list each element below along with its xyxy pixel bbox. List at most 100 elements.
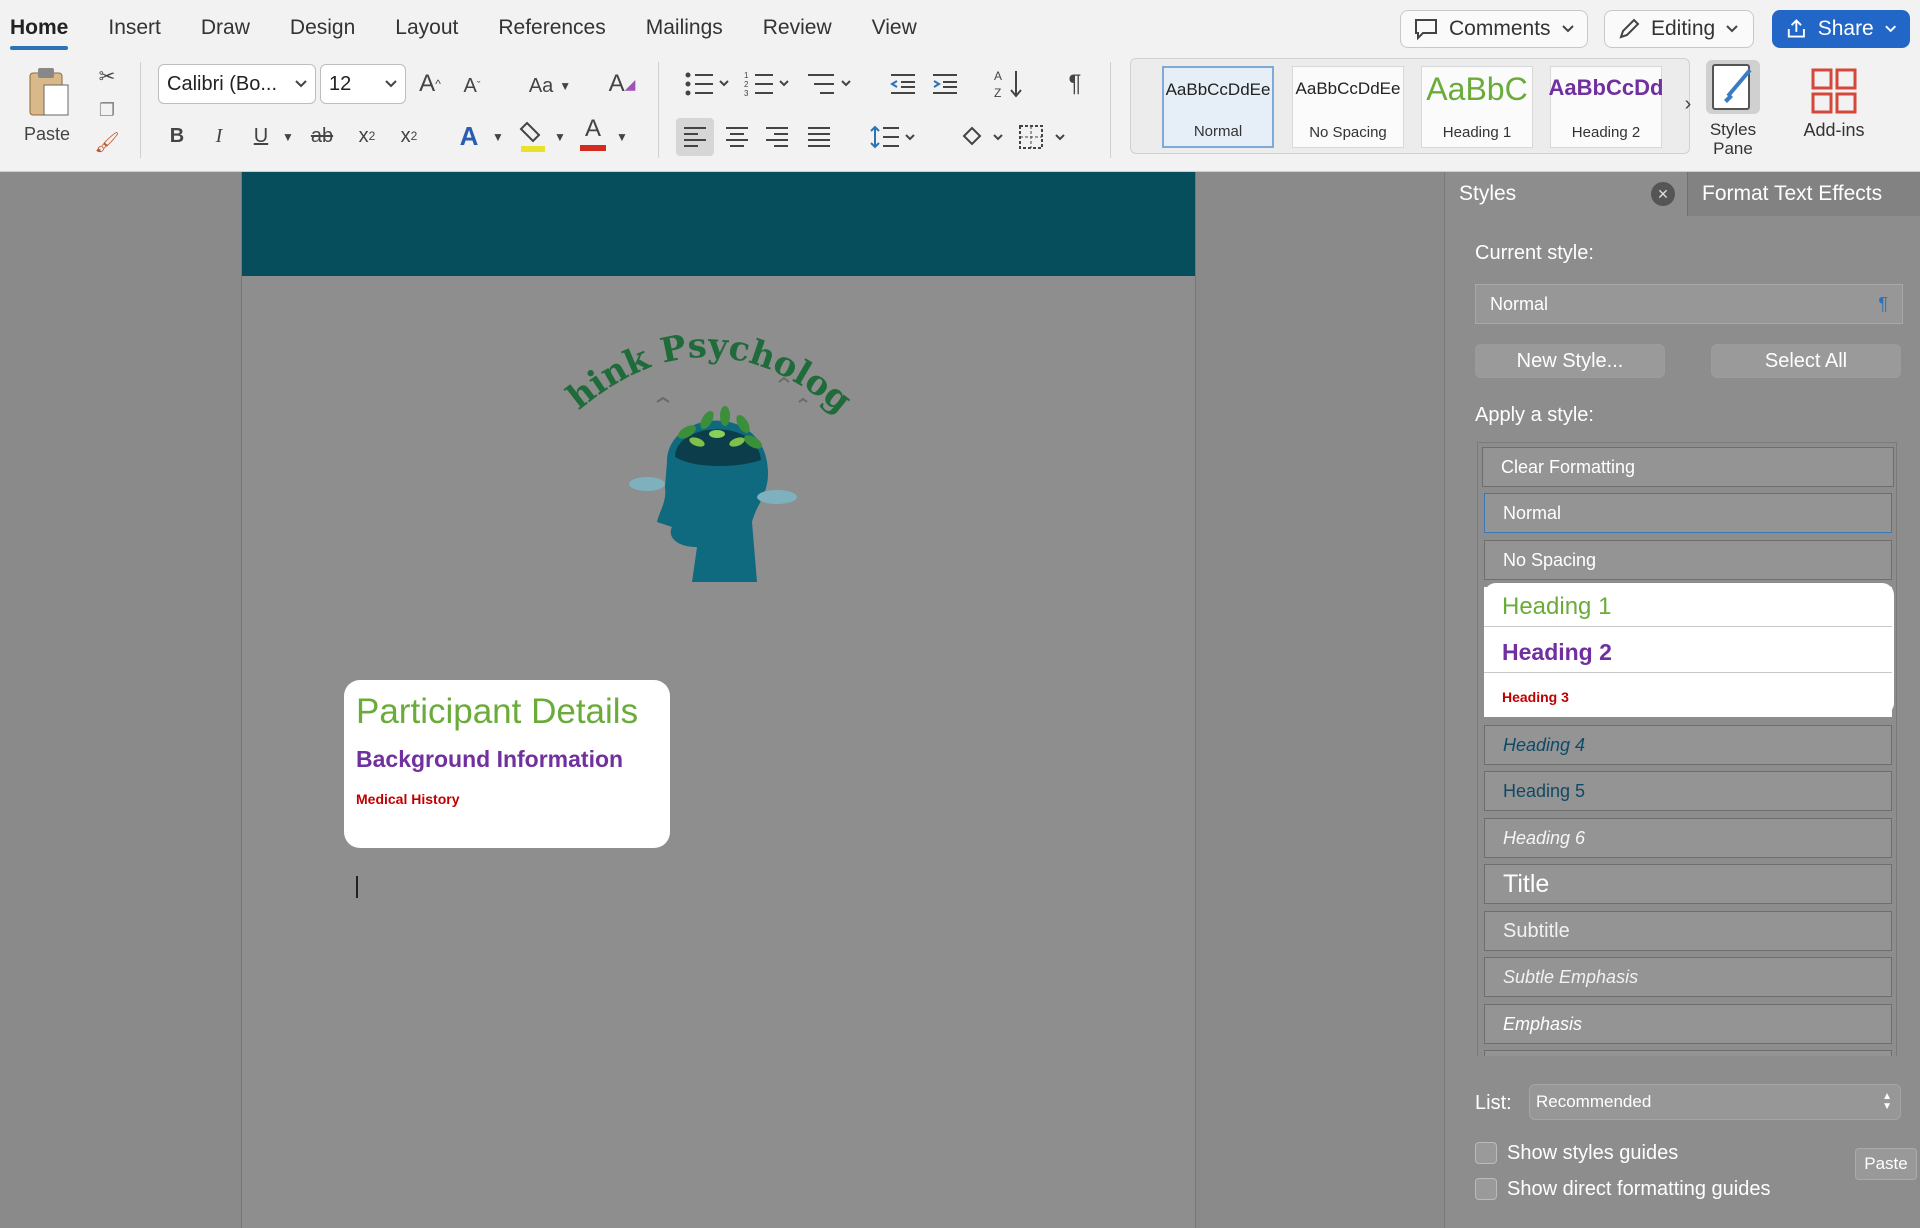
decrease-indent-icon[interactable] [886,66,920,102]
style-heading-3[interactable]: Heading 3 [1484,677,1892,717]
align-left-icon[interactable] [676,118,714,156]
show-direct-formatting-checkbox[interactable] [1475,1178,1497,1200]
tab-insert[interactable]: Insert [108,16,161,40]
numbering-icon[interactable]: 123 [740,66,796,102]
styles-pane-button[interactable] [1706,60,1760,114]
gallery-more-icon[interactable]: › [1676,92,1700,116]
show-styles-guides-checkbox[interactable] [1475,1142,1497,1164]
tab-draw[interactable]: Draw [201,16,250,40]
font-color-icon[interactable]: A [578,114,608,154]
style-clear-formatting[interactable]: Clear Formatting [1482,447,1894,487]
heading-2-text[interactable]: Background Information [356,746,658,773]
style-subtitle[interactable]: Subtitle [1484,911,1892,951]
style-heading-4[interactable]: Heading 4 [1484,725,1892,765]
share-button[interactable]: Share [1772,10,1910,48]
text-effects-icon[interactable]: A [454,118,484,154]
style-no-spacing[interactable]: No Spacing [1484,540,1892,580]
clear-formatting-icon[interactable]: A ◢ [604,66,640,102]
superscript-icon[interactable]: x2 [394,118,424,154]
highlight-icon[interactable] [518,116,548,156]
style-gallery-normal[interactable]: AaBbCcDdEe Normal [1162,66,1274,148]
svg-text:Z: Z [994,86,1001,100]
heading-samples-callout: Participant Details Background Informati… [344,680,670,848]
heading-3-text[interactable]: Medical History [356,791,658,807]
logo: Think Psychology [547,292,867,592]
bold-icon[interactable]: B [162,118,192,154]
style-gallery-no-spacing[interactable]: AaBbCcDdEe No Spacing [1292,66,1404,148]
chevron-down-icon[interactable]: ▼ [488,120,508,154]
tab-view[interactable]: View [872,16,917,40]
editing-button[interactable]: Editing [1604,10,1754,48]
apply-style-label: Apply a style: [1475,404,1594,426]
style-name: Heading 1 [1442,124,1512,141]
ribbon-tabs: Home Insert Draw Design Layout Reference… [0,0,957,56]
style-gallery-heading-2[interactable]: AaBbCcDd Heading 2 [1549,66,1663,148]
style-preview: AaBbCcDdEe [1165,80,1271,99]
change-case-button[interactable]: Aa ▼ [520,68,580,104]
style-heading-6[interactable]: Heading 6 [1484,818,1892,858]
style-emphasis[interactable]: Emphasis [1484,1004,1892,1044]
shrink-font-icon[interactable]: Aˇ [456,68,488,104]
style-subtle-emphasis[interactable]: Subtle Emphasis [1484,957,1892,997]
heading-1-text[interactable]: Participant Details [356,690,658,734]
new-style-button[interactable]: New Style... [1475,344,1665,378]
chevron-down-icon[interactable]: ▼ [278,120,298,154]
clipboard-icon [29,68,69,116]
comments-button[interactable]: Comments [1400,10,1588,48]
font-name-value: Calibri (Bo... [167,72,278,95]
format-painter-icon[interactable]: 🖌 [94,130,119,154]
tab-home[interactable]: Home [10,16,69,50]
comments-label: Comments [1449,17,1551,40]
tab-references[interactable]: References [498,16,605,40]
sort-icon[interactable]: AZ [992,64,1026,104]
cut-icon[interactable]: ✂ [95,64,119,88]
tab-layout[interactable]: Layout [395,16,458,40]
italic-icon[interactable]: I [204,118,234,154]
paste-button[interactable] [14,62,84,122]
bullets-icon[interactable] [680,66,736,102]
current-style-field[interactable]: Normal ¶ [1475,284,1903,324]
justify-icon[interactable] [802,118,836,156]
borders-icon[interactable] [1016,118,1072,156]
chevron-down-icon [385,80,397,88]
comment-icon [1415,19,1437,41]
align-right-icon[interactable] [760,118,794,156]
multilevel-list-icon[interactable] [802,66,858,102]
tab-review[interactable]: Review [763,16,832,40]
tab-effects-label: Format Text Effects [1702,182,1883,205]
svg-text:1: 1 [744,71,749,80]
align-center-icon[interactable] [720,118,754,156]
add-ins-label: Add-ins [1803,120,1865,140]
style-title[interactable]: Title [1484,864,1892,904]
underline-icon[interactable]: U [246,118,276,154]
style-gallery-heading-1[interactable]: AaBbC Heading 1 [1421,66,1533,148]
list-dropdown[interactable]: Recommended ▲ ▼ [1529,1084,1901,1120]
show-formatting-marks-icon[interactable]: ¶ [1060,66,1090,102]
grow-font-icon[interactable]: A ^ [414,66,446,102]
select-all-button[interactable]: Select All [1711,344,1901,378]
tab-mailings[interactable]: Mailings [646,16,723,40]
tab-format-text-effects[interactable]: Format Text Effects [1687,172,1920,216]
chevron-down-icon[interactable]: ▼ [612,120,632,154]
tab-design[interactable]: Design [290,16,355,40]
svg-text:Think Psychology: Think Psychology [547,292,859,421]
text-cursor [356,876,358,898]
line-spacing-icon[interactable] [868,118,920,156]
document-page[interactable]: Think Psychology Participant Details Bac… [241,172,1196,1228]
font-size-dropdown[interactable]: 12 [320,64,406,104]
style-heading-1[interactable]: Heading 1 [1484,587,1892,627]
font-name-dropdown[interactable]: Calibri (Bo... [158,64,316,104]
close-icon[interactable]: ✕ [1651,182,1675,206]
strikethrough-icon[interactable]: ab [306,118,338,154]
increase-indent-icon[interactable] [928,66,962,102]
list-label: List: [1475,1092,1512,1114]
subscript-icon[interactable]: x2 [352,118,382,154]
style-heading-5[interactable]: Heading 5 [1484,771,1892,811]
chevron-down-icon[interactable]: ▼ [550,120,570,154]
shading-icon[interactable] [958,118,1008,156]
add-ins-icon[interactable] [1806,64,1862,118]
copy-icon[interactable]: ❐ [95,98,119,122]
style-heading-2[interactable]: Heading 2 [1484,633,1892,673]
logo-text: Think Psychology [547,292,859,421]
style-normal[interactable]: Normal [1484,493,1892,533]
